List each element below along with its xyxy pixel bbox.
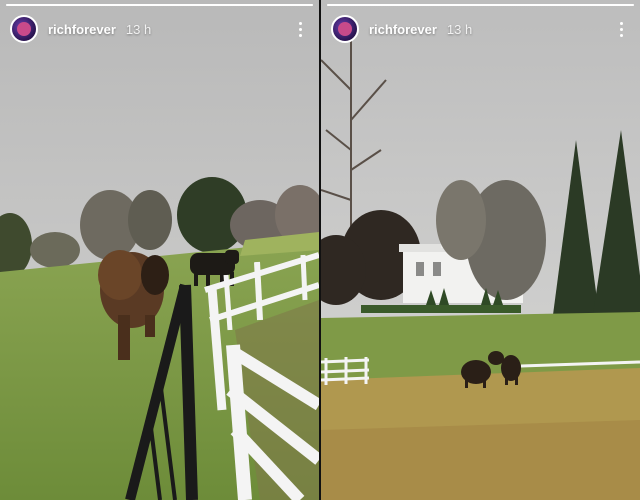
- profile-avatar-icon[interactable]: [10, 15, 38, 43]
- story-username[interactable]: richforever: [48, 22, 116, 37]
- story-photo-pasture: [0, 0, 319, 500]
- story-panel-left[interactable]: richforever 13 h: [0, 0, 319, 500]
- story-photo-estate: [321, 0, 640, 500]
- more-vertical-icon[interactable]: [612, 15, 630, 43]
- story-panel-right[interactable]: richforever 13 h: [321, 0, 640, 500]
- story-timestamp: 13 h: [125, 21, 152, 37]
- story-timestamp: 13 h: [446, 21, 473, 37]
- story-header: richforever 13 h: [331, 13, 630, 45]
- story-progress-bar: [6, 4, 313, 6]
- story-viewer: richforever 13 h richforever 13 h: [0, 0, 640, 500]
- story-progress-bar: [327, 4, 634, 6]
- profile-avatar-icon[interactable]: [331, 15, 359, 43]
- more-vertical-icon[interactable]: [291, 15, 309, 43]
- story-header: richforever 13 h: [10, 13, 309, 45]
- story-username[interactable]: richforever: [369, 22, 437, 37]
